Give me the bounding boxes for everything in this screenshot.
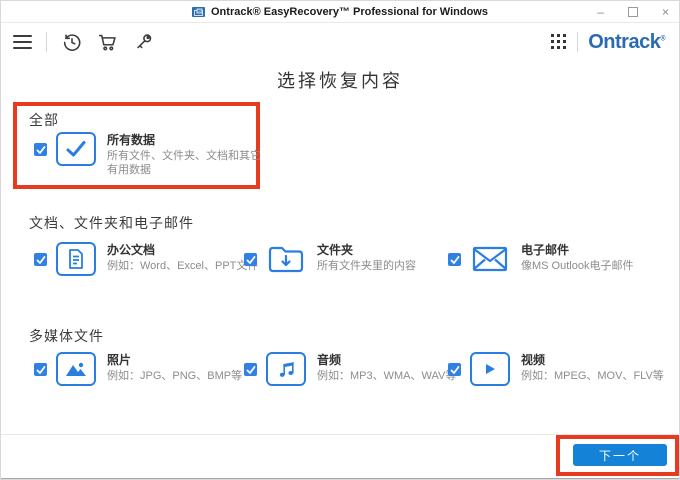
- toolbar-divider: [46, 31, 47, 52]
- next-button[interactable]: 下一个: [573, 444, 667, 466]
- section-title-documents: 文档、文件夹和电子邮件: [29, 217, 194, 232]
- checkbox[interactable]: [244, 363, 257, 376]
- checkbox[interactable]: [34, 363, 47, 376]
- footer-divider: [1, 434, 679, 435]
- photo-icon[interactable]: [56, 352, 96, 386]
- folder-download-icon[interactable]: [266, 242, 306, 276]
- item-subtitle: 所有文件夹里的内容: [317, 260, 416, 272]
- maximize-button[interactable]: [627, 7, 638, 17]
- item-title: 所有数据: [107, 133, 156, 147]
- checkbox[interactable]: [448, 363, 461, 376]
- item-title: 照片: [107, 353, 132, 367]
- grid-icon[interactable]: [550, 33, 567, 50]
- menu-icon[interactable]: [13, 34, 32, 49]
- section-title-all: 全部: [29, 114, 59, 129]
- check-icon[interactable]: [56, 132, 96, 166]
- item-title: 文件夹: [317, 243, 354, 257]
- item-subtitle: 例如：MP3、WMA、WAV等: [317, 370, 457, 382]
- checkbox[interactable]: [34, 143, 47, 156]
- toolbar: Ontrack®: [1, 23, 679, 60]
- list-item[interactable]: 视频 例如：MPEG、MOV、FLV等: [448, 352, 664, 386]
- list-item[interactable]: 办公文档 例如：Word、Excel、PPT文件: [34, 242, 258, 276]
- minimize-button[interactable]: –: [597, 6, 604, 18]
- app-window: Ontrack® EasyRecovery™ Professional for …: [0, 0, 680, 480]
- item-subtitle: 像MS Outlook电子邮件: [521, 260, 634, 272]
- ontrack-logo: Ontrack®: [588, 30, 665, 53]
- item-title: 视频: [521, 353, 546, 367]
- item-subtitle: 例如：JPG、PNG、BMP等: [107, 370, 243, 382]
- page-title: 选择恢复内容: [277, 71, 403, 91]
- item-title: 电子邮件: [521, 243, 570, 257]
- email-icon[interactable]: [470, 242, 510, 276]
- app-icon: [192, 7, 205, 17]
- toolbar-divider: [577, 31, 579, 52]
- item-subtitle: 例如：Word、Excel、PPT文件: [107, 260, 259, 272]
- list-item[interactable]: 文件夹 所有文件夹里的内容: [244, 242, 416, 276]
- key-icon[interactable]: [133, 31, 155, 53]
- checkbox[interactable]: [244, 253, 257, 266]
- checkbox[interactable]: [34, 253, 47, 266]
- item-subtitle: 所有文件、文件夹、文档和其它有用数据: [107, 150, 261, 176]
- section-title-multimedia: 多媒体文件: [29, 330, 104, 345]
- list-item[interactable]: 所有数据 所有文件、文件夹、文档和其它有用数据: [34, 132, 269, 177]
- cart-icon[interactable]: [97, 31, 119, 53]
- close-button[interactable]: ×: [662, 6, 669, 18]
- item-title: 音频: [317, 353, 342, 367]
- list-item[interactable]: 电子邮件 像MS Outlook电子邮件: [448, 242, 633, 276]
- window-title: Ontrack® EasyRecovery™ Professional for …: [211, 6, 488, 18]
- history-icon[interactable]: [61, 31, 83, 53]
- audio-icon[interactable]: [266, 352, 306, 386]
- document-icon[interactable]: [56, 242, 96, 276]
- title-bar: Ontrack® EasyRecovery™ Professional for …: [1, 1, 679, 23]
- list-item[interactable]: 音频 例如：MP3、WMA、WAV等: [244, 352, 456, 386]
- item-subtitle: 例如：MPEG、MOV、FLV等: [521, 370, 664, 382]
- video-icon[interactable]: [470, 352, 510, 386]
- item-title: 办公文档: [107, 243, 156, 257]
- checkbox[interactable]: [448, 253, 461, 266]
- list-item[interactable]: 照片 例如：JPG、PNG、BMP等: [34, 352, 242, 386]
